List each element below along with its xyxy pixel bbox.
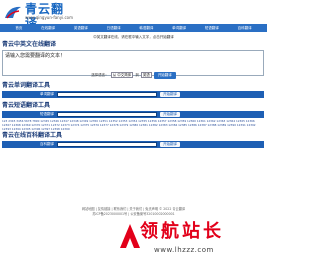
to-label: 到 xyxy=(135,72,139,77)
nav-item-english[interactable]: 英语翻译 xyxy=(74,24,88,32)
logo[interactable]: 青云翻译 www.qingyun-fanyi.com xyxy=(3,2,74,30)
encyclopedia-bar: 百科翻译 开始翻译 xyxy=(2,141,264,148)
word-translate-button[interactable]: 开始翻译 xyxy=(160,92,180,97)
word-section-title: 青云单词翻译工具 xyxy=(2,82,51,89)
encyclopedia-translate-button[interactable]: 开始翻译 xyxy=(160,142,180,147)
nav-item-phrase[interactable]: 短语翻译 xyxy=(205,24,219,32)
main-nav: 首页 在线翻译 英语翻译 日语翻译 韩语翻译 单词翻译 短语翻译 百科翻译 xyxy=(0,24,267,32)
watermark-url: www.lhzzz.com xyxy=(154,246,214,254)
from-language-select[interactable]: 从 中文简体 xyxy=(110,72,134,78)
nav-item-encyclopedia[interactable]: 百科翻译 xyxy=(238,24,252,32)
nav-item-korean[interactable]: 韩语翻译 xyxy=(139,24,153,32)
translate-section-title: 青云中英文在线翻译 xyxy=(2,41,57,48)
phrase-results: 123 2345 3456 5678 7890 12345 12346 1234… xyxy=(2,119,256,130)
encyclopedia-label: 百科翻译 xyxy=(40,142,54,146)
translate-controls: 选择语言： 从 中文简体 到 英语 开始翻译 xyxy=(0,71,267,79)
word-label: 单词翻译 xyxy=(40,92,54,96)
encyclopedia-input[interactable] xyxy=(57,142,157,147)
nav-item-online[interactable]: 在线翻译 xyxy=(41,24,55,32)
phrase-section-title: 青云短语翻译工具 xyxy=(2,102,51,109)
translate-button[interactable]: 开始翻译 xyxy=(153,71,176,79)
logo-icon xyxy=(5,6,21,19)
nav-item-word[interactable]: 单词翻译 xyxy=(172,24,186,32)
textarea-placeholder: 请输入您需要翻译的文本！ xyxy=(5,53,66,59)
header: 青云翻译 www.qingyun-fanyi.com xyxy=(0,0,267,30)
phrase-translate-button[interactable]: 开始翻译 xyxy=(160,112,180,117)
phrase-label: 短语翻译 xyxy=(40,112,54,116)
to-language-select[interactable]: 英语 xyxy=(140,72,152,78)
word-input[interactable] xyxy=(57,92,157,97)
encyclopedia-section-title: 青云在线百科翻译工具 xyxy=(2,132,63,139)
select-language-label: 选择语言： xyxy=(91,72,109,77)
footer-links[interactable]: 网站地图 | 友情链接 | 联系我们 | 关于我们 | 免责声明 © 2022 … xyxy=(0,207,267,211)
word-bar: 单词翻译 开始翻译 xyxy=(2,91,264,98)
notice-text: 中英文翻译在线，请在框中输入文字，点击开始翻译 xyxy=(93,35,174,39)
phrase-input[interactable] xyxy=(57,112,157,117)
logo-url: www.qingyun-fanyi.com xyxy=(25,15,74,20)
nav-item-home[interactable]: 首页 xyxy=(15,24,22,32)
phrase-bar: 短语翻译 开始翻译 xyxy=(2,111,264,118)
footer-icp[interactable]: 苏ICP备2023000001号 | 公安备案号32010002000001 xyxy=(0,212,267,216)
watermark-text: 领航站长 xyxy=(140,221,224,242)
nav-item-japanese[interactable]: 日语翻译 xyxy=(107,24,121,32)
